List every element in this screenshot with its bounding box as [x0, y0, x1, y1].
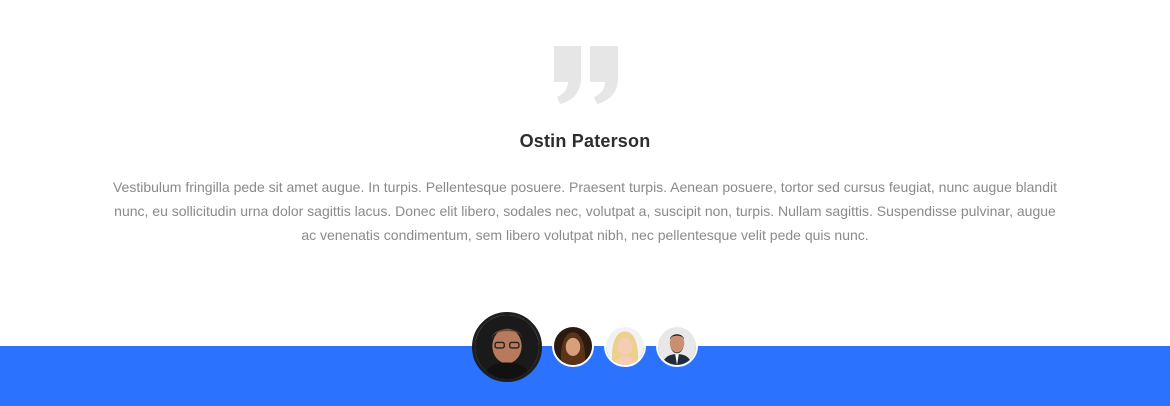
testimonial-section: Ostin Paterson Vestibulum fringilla pede… [0, 0, 1170, 406]
avatar-ostin-paterson[interactable] [472, 312, 542, 382]
quote-icon [552, 44, 620, 104]
testimonial-text: Vestibulum fringilla pede sit amet augue… [112, 179, 1058, 243]
author-name: Ostin Paterson [519, 131, 651, 151]
avatar-2[interactable] [552, 325, 594, 367]
avatar-4[interactable] [656, 325, 698, 367]
avatar-3[interactable] [604, 325, 646, 367]
